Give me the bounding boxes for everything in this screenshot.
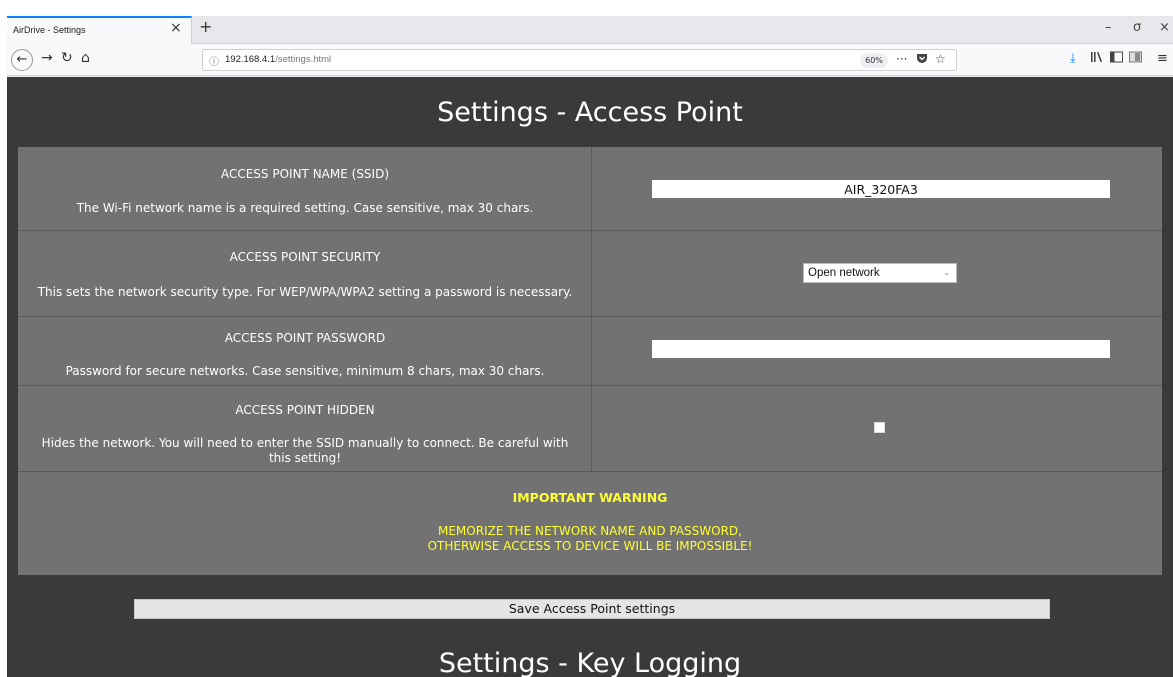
url-path: /settings.html	[275, 54, 332, 65]
download-icon[interactable]: ⤓	[1070, 51, 1076, 66]
ssid-label-cell: ACCESS POINT NAME (SSID) The Wi-Fi netwo…	[18, 147, 592, 230]
menu-icon[interactable]: ≡	[1157, 51, 1168, 66]
restore-button[interactable]: σ	[1133, 20, 1141, 35]
password-input[interactable]	[652, 340, 1110, 358]
url-text: 192.168.4.1/settings.html	[225, 54, 331, 65]
pocket-icon[interactable]	[916, 52, 928, 67]
tab-close-icon[interactable]: ×	[170, 20, 182, 36]
tab-bar: AirDrive - Settings × + – σ ×	[7, 16, 1173, 44]
security-select[interactable]: Open network ⌄	[803, 263, 957, 283]
ssid-row: ACCESS POINT NAME (SSID) The Wi-Fi netwo…	[18, 147, 1162, 231]
password-label-cell: ACCESS POINT PASSWORD Password for secur…	[18, 317, 592, 385]
ssid-input[interactable]	[652, 180, 1110, 198]
key-logging-section-title: Settings - Key Logging	[438, 648, 742, 677]
password-value-cell	[593, 317, 1162, 385]
library-icon[interactable]	[1090, 51, 1103, 67]
url-bar[interactable]: ⓘ 192.168.4.1/settings.html 60% ··· ☆	[202, 49, 957, 71]
security-label: ACCESS POINT SECURITY	[229, 250, 381, 264]
security-value-cell: Open network ⌄	[593, 231, 1162, 316]
warning-box: IMPORTANT WARNING MEMORIZE THE NETWORK N…	[18, 472, 1162, 575]
new-tab-button[interactable]: +	[199, 17, 212, 36]
browser-window: AirDrive - Settings × + – σ × ← → ↻ ⌂ ⓘ …	[7, 16, 1173, 677]
password-label: ACCESS POINT PASSWORD	[224, 331, 386, 345]
bookmark-star-icon[interactable]: ☆	[935, 52, 946, 66]
ssid-value-cell	[593, 147, 1162, 230]
url-host: 192.168.4.1	[225, 54, 276, 65]
back-icon[interactable]: ←	[11, 49, 33, 71]
hidden-label-cell: ACCESS POINT HIDDEN Hides the network. Y…	[18, 386, 592, 471]
hidden-checkbox[interactable]	[874, 422, 885, 433]
tab-title: AirDrive - Settings	[13, 25, 86, 35]
ssid-description: The Wi-Fi network name is a required set…	[76, 201, 534, 215]
forward-icon[interactable]: →	[41, 50, 53, 66]
warning-line-2: OTHERWISE ACCESS TO DEVICE WILL BE IMPOS…	[427, 539, 753, 553]
hidden-description: Hides the network. You will need to ente…	[41, 436, 569, 465]
reader-icon[interactable]	[1129, 51, 1142, 67]
page-title: Settings - Access Point	[437, 97, 743, 128]
reload-icon[interactable]: ↻	[61, 50, 73, 66]
chevron-down-icon: ⌄	[943, 268, 950, 277]
security-label-cell: ACCESS POINT SECURITY This sets the netw…	[18, 231, 592, 316]
page-actions-icon[interactable]: ···	[896, 52, 907, 66]
page-content: Settings - Access Point ACCESS POINT NAM…	[7, 77, 1173, 677]
warning-title: IMPORTANT WARNING	[512, 490, 668, 505]
zoom-level-badge[interactable]: 60%	[860, 53, 888, 68]
hidden-label: ACCESS POINT HIDDEN	[235, 403, 375, 417]
settings-table: ACCESS POINT NAME (SSID) The Wi-Fi netwo…	[18, 147, 1162, 575]
security-description: This sets the network security type. For…	[37, 285, 573, 299]
password-description: Password for secure networks. Case sensi…	[65, 364, 545, 378]
info-icon[interactable]: ⓘ	[209, 53, 219, 68]
home-icon[interactable]: ⌂	[81, 50, 90, 66]
sidebar-icon[interactable]	[1110, 51, 1123, 67]
warning-line-1: MEMORIZE THE NETWORK NAME AND PASSWORD,	[438, 524, 742, 538]
ssid-label: ACCESS POINT NAME (SSID)	[220, 167, 390, 181]
minimize-button[interactable]: –	[1105, 20, 1112, 35]
save-access-point-button[interactable]: Save Access Point settings	[134, 599, 1050, 619]
browser-tab[interactable]: AirDrive - Settings ×	[7, 16, 192, 44]
security-row: ACCESS POINT SECURITY This sets the netw…	[18, 231, 1162, 317]
hidden-row: ACCESS POINT HIDDEN Hides the network. Y…	[18, 386, 1162, 472]
password-row: ACCESS POINT PASSWORD Password for secur…	[18, 317, 1162, 386]
hidden-value-cell	[593, 386, 1162, 471]
close-window-button[interactable]: ×	[1159, 20, 1170, 35]
security-select-value: Open network	[808, 267, 880, 279]
nav-bar: ← → ↻ ⌂ ⓘ 192.168.4.1/settings.html 60% …	[7, 44, 1173, 76]
